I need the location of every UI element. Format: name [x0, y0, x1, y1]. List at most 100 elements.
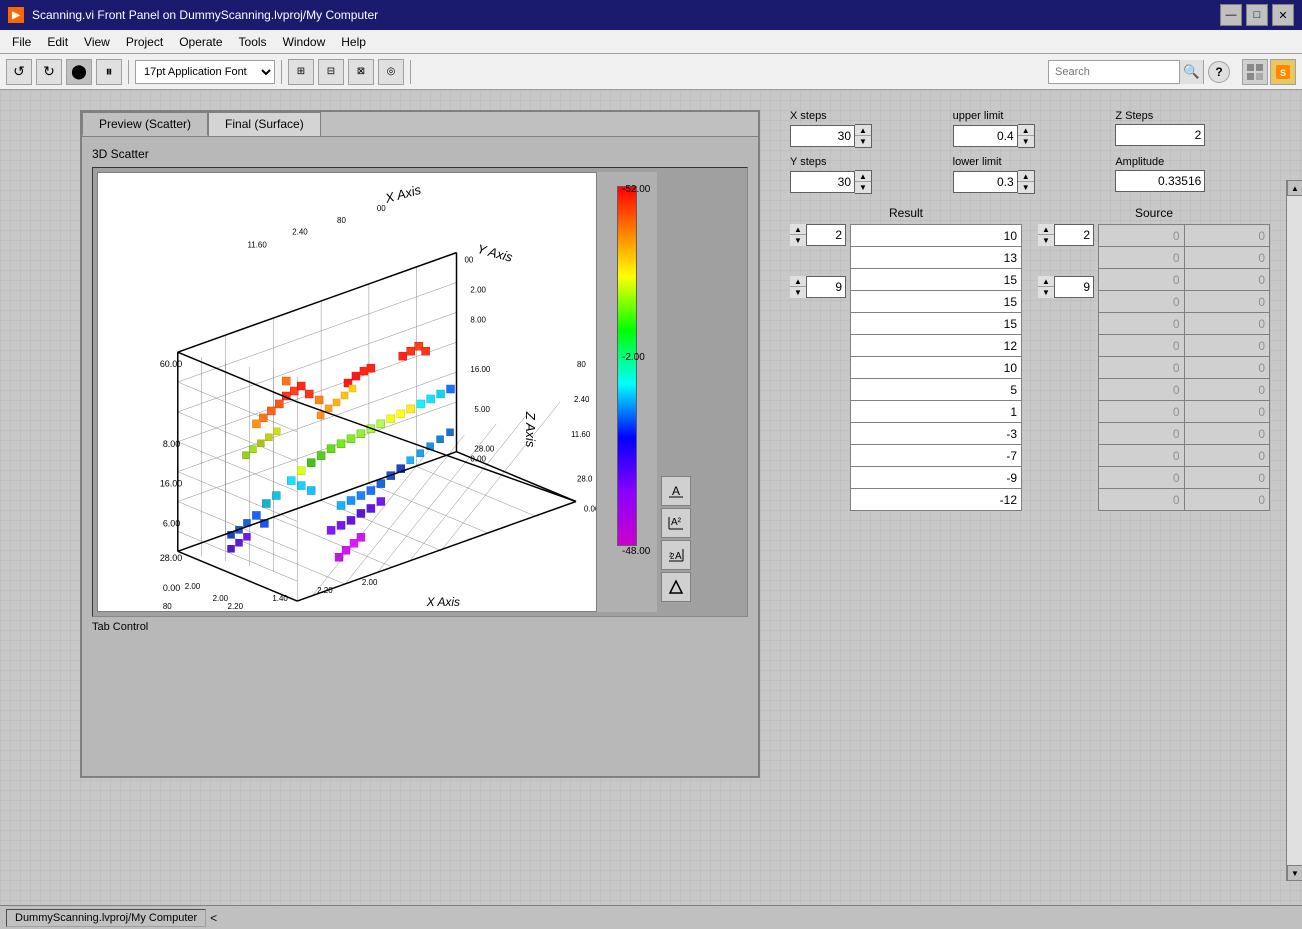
scatter-container: X Axis Y Axis Z Axis [92, 167, 748, 617]
upper-limit-label: upper limit [953, 110, 1108, 122]
source-cell-12: 0 [1099, 489, 1185, 511]
source-row1-input[interactable] [1054, 224, 1094, 246]
upper-limit-up[interactable]: ▲ [1018, 125, 1034, 136]
source-row2-input[interactable] [1054, 276, 1094, 298]
menu-view[interactable]: View [76, 33, 118, 51]
minimize-button[interactable]: — [1220, 4, 1242, 26]
result-cell-9: -3 [851, 423, 1022, 445]
table-row: 13 [851, 247, 1022, 269]
color-bar: -52.00 -2.00 -48.00 [597, 172, 657, 612]
lower-limit-down[interactable]: ▼ [1018, 182, 1034, 193]
scroll-up-button[interactable]: ▲ [1287, 180, 1302, 196]
amplitude-input[interactable] [1115, 170, 1205, 192]
amplitude-label: Amplitude [1115, 156, 1270, 168]
lower-limit-up[interactable]: ▲ [1018, 171, 1034, 182]
upper-limit-input[interactable] [953, 125, 1018, 147]
result-row1-up[interactable]: ▲ [790, 224, 806, 235]
scroll-track[interactable] [1287, 196, 1302, 865]
svg-text:2.20: 2.20 [228, 602, 244, 611]
resize-button[interactable]: ⊠ [348, 59, 374, 85]
source-row1-down[interactable]: ▼ [1038, 235, 1054, 246]
menu-window[interactable]: Window [275, 33, 334, 51]
menu-operate[interactable]: Operate [171, 33, 230, 51]
result-row2-input[interactable] [806, 276, 846, 298]
title-bar: ▶ Scanning.vi Front Panel on DummyScanni… [0, 0, 1302, 30]
z-steps-label: Z Steps [1115, 110, 1270, 122]
pause-button[interactable]: ⏸ [96, 59, 122, 85]
run-button[interactable]: ↺ [6, 59, 32, 85]
result-cell-3: 15 [851, 291, 1022, 313]
menu-tools[interactable]: Tools [231, 33, 275, 51]
search-input[interactable] [1049, 64, 1179, 80]
svg-text:11.60: 11.60 [571, 430, 591, 439]
tab-preview-scatter[interactable]: Preview (Scatter) [82, 112, 208, 136]
scatter-btn-4[interactable] [661, 572, 691, 602]
close-button[interactable]: ✕ [1272, 4, 1294, 26]
search-area: 🔍 ? [1048, 60, 1230, 84]
menu-edit[interactable]: Edit [39, 33, 76, 51]
z-steps-input[interactable] [1115, 124, 1205, 146]
table-row: 00 [1099, 291, 1270, 313]
svg-text:2.00: 2.00 [362, 578, 378, 587]
x-steps-input[interactable] [790, 125, 855, 147]
tool-icon-button[interactable]: S [1270, 59, 1296, 85]
lower-limit-input[interactable] [953, 171, 1018, 193]
y-steps-down[interactable]: ▼ [855, 182, 871, 193]
stop-button[interactable]: ⬤ [66, 59, 92, 85]
amplitude-input-row [1115, 170, 1270, 192]
menu-help[interactable]: Help [333, 33, 374, 51]
scatter-plot: X Axis Y Axis Z Axis [97, 172, 597, 612]
title-bar-left: ▶ Scanning.vi Front Panel on DummyScanni… [8, 7, 378, 23]
tab-content: 3D Scatter X Axis Y Axis Z Axis [82, 136, 758, 776]
status-project[interactable]: DummyScanning.lvproj/My Computer [6, 909, 206, 927]
tab-panel: Preview (Scatter) Final (Surface) 3D Sca… [80, 110, 760, 778]
source-row2-down[interactable]: ▼ [1038, 287, 1054, 298]
result-cell-2: 15 [851, 269, 1022, 291]
source-cell-12b: 0 [1184, 489, 1270, 511]
scroll-down-button[interactable]: ▼ [1287, 865, 1302, 881]
table-row: 10 [851, 357, 1022, 379]
result-row1-down[interactable]: ▼ [790, 235, 806, 246]
tab-final-surface[interactable]: Final (Surface) [208, 112, 321, 136]
source-row1-up[interactable]: ▲ [1038, 224, 1054, 235]
source-row2-up[interactable]: ▲ [1038, 276, 1054, 287]
scrollbar-right: ▲ ▼ [1286, 180, 1302, 881]
menu-file[interactable]: File [4, 33, 39, 51]
result-row2-down[interactable]: ▼ [790, 287, 806, 298]
maximize-button[interactable]: □ [1246, 4, 1268, 26]
svg-text:0.00: 0.00 [163, 583, 180, 593]
lower-limit-input-row: ▲ ▼ [953, 170, 1108, 194]
result-row1-input[interactable] [806, 224, 846, 246]
scatter-btn-2[interactable]: A² [661, 508, 691, 538]
svg-text:2.00: 2.00 [185, 582, 201, 591]
source-cell-1b: 0 [1184, 247, 1270, 269]
source-cell-1: 0 [1099, 247, 1185, 269]
x-steps-down[interactable]: ▼ [855, 136, 871, 147]
y-steps-up[interactable]: ▲ [855, 171, 871, 182]
help-button[interactable]: ? [1208, 61, 1230, 83]
result-row2-up[interactable]: ▲ [790, 276, 806, 287]
table-row: 00 [1099, 423, 1270, 445]
scatter-btn-1[interactable]: A [661, 476, 691, 506]
search-button[interactable]: 🔍 [1179, 60, 1203, 84]
y-steps-input[interactable] [790, 171, 855, 193]
table-row: 12 [851, 335, 1022, 357]
scatter-btn-3[interactable]: 2 A 2 [661, 540, 691, 570]
align-button[interactable]: ⊞ [288, 59, 314, 85]
reorder-button[interactable]: ◎ [378, 59, 404, 85]
svg-text:2.00: 2.00 [213, 594, 229, 603]
upper-limit-down[interactable]: ▼ [1018, 136, 1034, 147]
y-steps-input-row: ▲ ▼ [790, 170, 945, 194]
dist-button[interactable]: ⊟ [318, 59, 344, 85]
svg-text:2.40: 2.40 [292, 228, 308, 237]
table-row: 15 [851, 291, 1022, 313]
menu-project[interactable]: Project [118, 33, 171, 51]
svg-text:A²: A² [671, 517, 682, 528]
font-selector[interactable]: 17pt Application Font [135, 60, 275, 84]
svg-text:5.00: 5.00 [474, 405, 490, 414]
x-steps-up[interactable]: ▲ [855, 125, 871, 136]
run-cont-button[interactable]: ↻ [36, 59, 62, 85]
source-cell-4b: 0 [1184, 313, 1270, 335]
result-cell-6: 10 [851, 357, 1022, 379]
tool-grid-button[interactable] [1242, 59, 1268, 85]
